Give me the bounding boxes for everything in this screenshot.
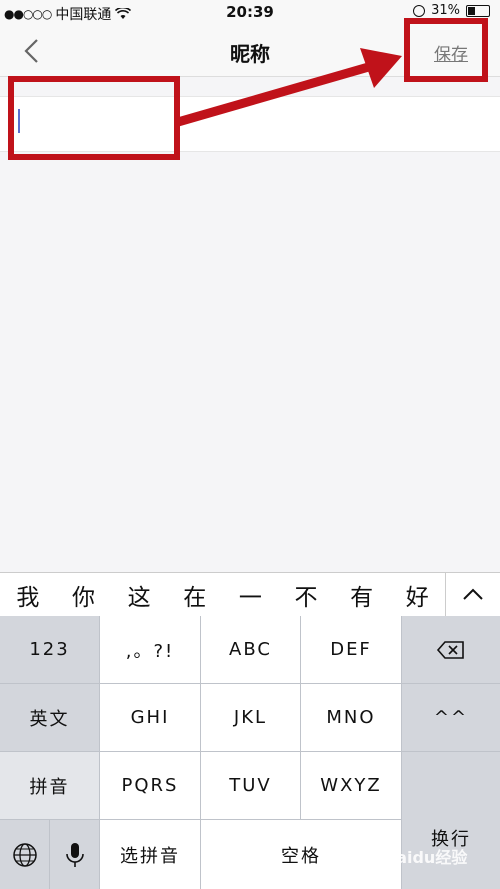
dictation-key[interactable] <box>50 820 99 889</box>
candidate-word[interactable]: 有 <box>350 578 373 612</box>
candidate-word[interactable]: 这 <box>128 578 151 612</box>
candidate-bar: 我 你 这 在 一 不 有 好 <box>0 572 500 617</box>
return-key[interactable]: 换行 <box>402 752 500 889</box>
backspace-icon <box>436 640 464 659</box>
microphone-icon <box>65 842 84 867</box>
candidate-word[interactable]: 不 <box>294 578 317 612</box>
candidate-word[interactable]: 一 <box>239 578 262 612</box>
wxyz-key[interactable]: WXYZ <box>301 752 401 819</box>
annotation-arrow <box>176 48 402 127</box>
chevron-up-icon <box>463 588 483 600</box>
select-pinyin-key[interactable]: 选拼音 <box>100 820 200 889</box>
delete-key[interactable] <box>402 616 500 683</box>
def-key[interactable]: DEF <box>301 616 401 683</box>
watermark: Baidu经验 <box>384 848 468 867</box>
abc-key[interactable]: ABC <box>201 616 300 683</box>
space-key[interactable]: 空格 <box>201 820 401 889</box>
mno-key[interactable]: MNO <box>301 684 401 751</box>
english-key[interactable]: 英文 <box>0 684 99 751</box>
globe-icon <box>12 842 37 867</box>
candidate-word[interactable]: 好 <box>406 578 429 612</box>
emoticon-key[interactable]: ^^ <box>402 684 500 751</box>
ghi-key[interactable]: GHI <box>100 684 200 751</box>
candidate-word[interactable]: 在 <box>183 578 206 612</box>
tuv-key[interactable]: TUV <box>201 752 300 819</box>
candidate-word[interactable]: 你 <box>72 578 95 612</box>
expand-candidates-button[interactable] <box>445 573 500 617</box>
pinyin-key[interactable]: 拼音 <box>0 752 99 819</box>
pqrs-key[interactable]: PQRS <box>100 752 200 819</box>
numbers-key[interactable]: 123 <box>0 616 99 683</box>
candidate-word[interactable]: 我 <box>16 578 39 612</box>
globe-key[interactable] <box>0 820 49 889</box>
jkl-key[interactable]: JKL <box>201 684 300 751</box>
punctuation-key[interactable]: ,。?! <box>100 616 200 683</box>
keyboard: 123 ,。?! ABC DEF 英文 GHI JKL MNO ^^ 拼音 PQ… <box>0 616 500 889</box>
